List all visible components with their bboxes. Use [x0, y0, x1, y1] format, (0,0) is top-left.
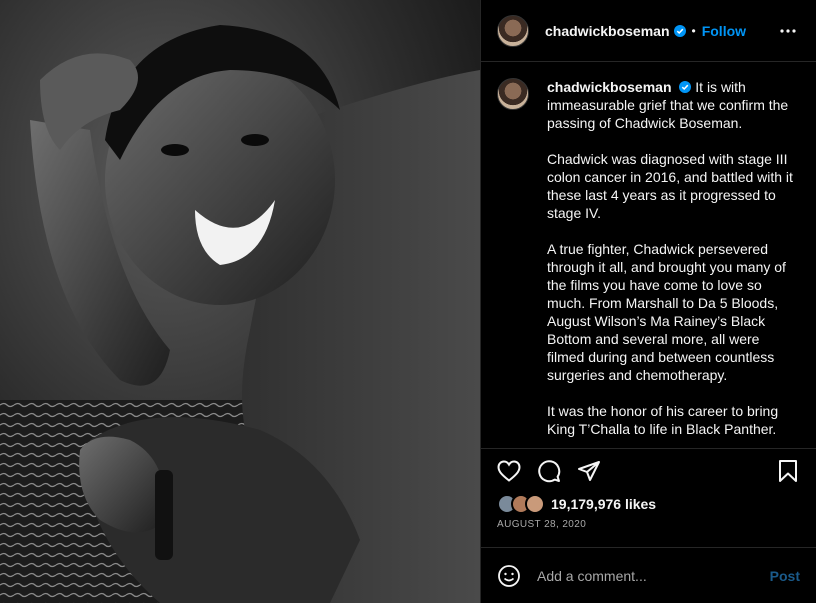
more-options-icon[interactable]: [776, 19, 800, 43]
post-date[interactable]: AUGUST 28, 2020: [481, 515, 816, 545]
likes-row[interactable]: 19,179,976 likes: [481, 493, 816, 515]
post-photo[interactable]: [0, 0, 480, 603]
verified-badge-icon: [679, 81, 692, 93]
share-icon[interactable]: [577, 459, 601, 483]
caption: chadwickboseman It is with immeasurable …: [497, 78, 800, 448]
bookmark-icon[interactable]: [776, 459, 800, 483]
separator-dot: •: [691, 23, 696, 38]
emoji-icon[interactable]: [497, 564, 521, 588]
caption-paragraph-3: A true fighter, Chadwick persevered thro…: [547, 241, 786, 383]
heart-icon[interactable]: [497, 459, 521, 483]
action-bar: [481, 449, 816, 493]
comment-input[interactable]: [537, 567, 770, 584]
post-header: chadwickboseman • Follow: [481, 0, 816, 62]
verified-badge-icon: [673, 24, 686, 37]
post-comment-button[interactable]: Post: [770, 568, 800, 584]
caption-paragraph-4: It was the honor of his career to bring …: [547, 403, 779, 437]
likes-count[interactable]: 19,179,976 likes: [551, 496, 656, 512]
liker-avatars: [497, 494, 547, 514]
comment-icon[interactable]: [537, 459, 561, 483]
post-sidebar: chadwickboseman • Follow chadwickboseman…: [480, 0, 816, 603]
portrait-photo: [0, 0, 480, 603]
avatar[interactable]: [497, 14, 529, 47]
caption-paragraph: chadwickboseman It is with immeasurable …: [547, 78, 795, 132]
caption-avatar[interactable]: [497, 78, 529, 110]
comment-bar: Post: [481, 547, 816, 603]
caption-paragraph-2: Chadwick was diagnosed with stage III co…: [547, 151, 793, 221]
instagram-post: chadwickboseman • Follow chadwickboseman…: [0, 0, 816, 603]
caption-username[interactable]: chadwickboseman: [547, 79, 672, 95]
header-username[interactable]: chadwickboseman: [545, 23, 670, 39]
liker-avatar: [525, 494, 545, 514]
caption-text: chadwickboseman It is with immeasurable …: [547, 78, 795, 448]
caption-section[interactable]: chadwickboseman It is with immeasurable …: [481, 62, 816, 449]
follow-button[interactable]: Follow: [702, 23, 746, 39]
